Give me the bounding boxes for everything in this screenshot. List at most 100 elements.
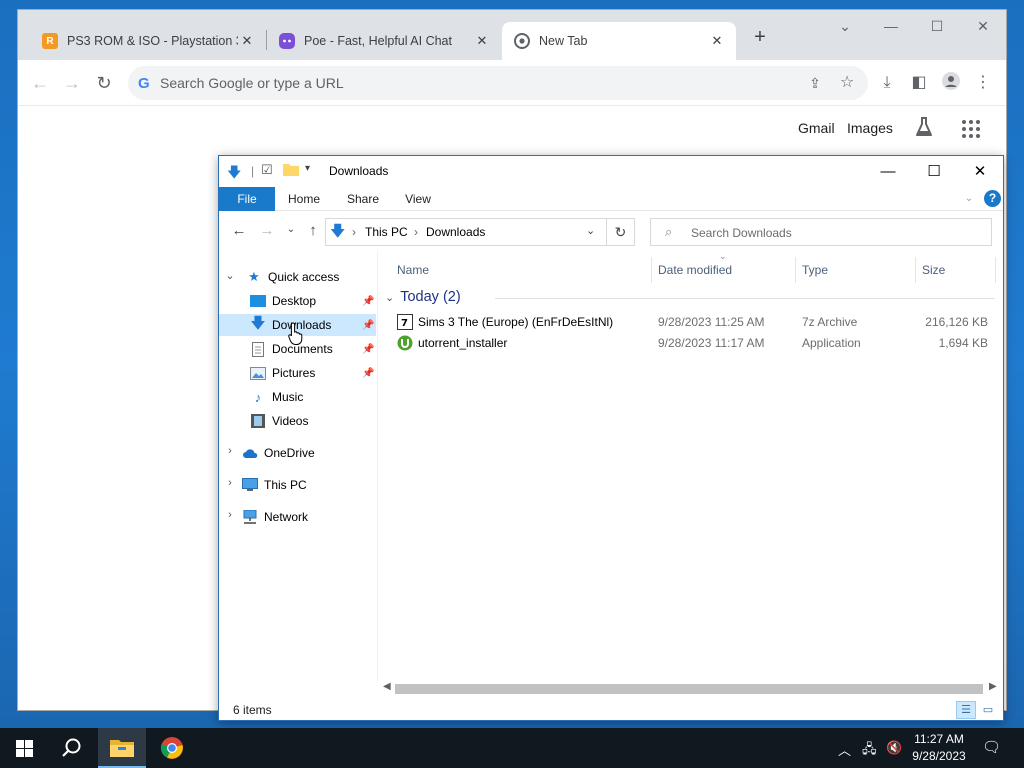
utorrent-icon <box>397 335 413 354</box>
nav-videos[interactable]: Videos <box>249 410 376 432</box>
nav-documents[interactable]: Documents 📌 <box>249 338 376 360</box>
scroll-thumb[interactable] <box>395 684 983 694</box>
item-count: 6 items <box>233 703 272 717</box>
large-icons-view-icon[interactable]: ▭ <box>978 701 998 719</box>
tab-new-tab[interactable]: New Tab ✕ <box>502 22 736 60</box>
minimize-button[interactable]: — <box>876 18 906 34</box>
omnibox[interactable]: G Search Google or type a URL ⇪ ☆ <box>128 66 868 100</box>
new-tab-button[interactable]: + <box>748 26 772 49</box>
horizontal-scrollbar[interactable]: ◀ ▶ <box>379 680 1001 697</box>
scroll-left-arrow-icon[interactable]: ◀ <box>383 681 391 692</box>
expand-chevron-icon[interactable]: › <box>224 477 236 489</box>
forward-button[interactable]: → <box>257 222 277 239</box>
tab-ps3-rom[interactable]: R PS3 ROM & ISO - Playstation 3 G ✕ <box>30 22 266 60</box>
qat-dropdown-icon[interactable]: ▾ <box>305 163 310 174</box>
details-view-icon[interactable]: ☰ <box>956 701 976 719</box>
google-g-icon: G <box>138 75 150 92</box>
omnibox-placeholder: Search Google or type a URL <box>160 75 344 91</box>
help-icon[interactable]: ? <box>984 190 1001 207</box>
bookmark-star-icon[interactable]: ☆ <box>836 72 858 94</box>
ribbon-tab-share[interactable]: Share <box>339 187 387 211</box>
column-header-size[interactable]: Size <box>922 263 945 277</box>
close-tab-icon[interactable]: ✕ <box>473 33 491 49</box>
folder-icon[interactable] <box>283 162 299 179</box>
maximize-button[interactable]: ☐ <box>911 160 957 184</box>
nav-network[interactable]: Network <box>241 506 376 528</box>
breadcrumb-this-pc[interactable]: This PC <box>365 225 408 239</box>
network-status-icon[interactable]: 🖧 <box>862 740 877 762</box>
clock[interactable]: 11:27 AM 9/28/2023 <box>900 731 978 765</box>
downloads-icon[interactable]: ⤓ <box>876 72 898 94</box>
refresh-button[interactable]: ↻ <box>607 218 635 246</box>
pane-splitter[interactable] <box>377 251 378 681</box>
back-button[interactable]: ← <box>29 72 51 94</box>
file-explorer-icon <box>110 740 134 757</box>
group-collapse-chevron-icon[interactable]: ⌄ <box>385 291 394 304</box>
ribbon-tab-file[interactable]: File <box>219 187 275 211</box>
collapse-chevron-icon[interactable]: ⌄ <box>224 269 236 282</box>
column-header-date[interactable]: Date modified <box>658 263 732 277</box>
ribbon-tab-home[interactable]: Home <box>281 187 327 211</box>
file-name: Sims 3 The (Europe) (EnFrDeEsItNl) <box>418 315 614 329</box>
breadcrumb-downloads[interactable]: Downloads <box>426 225 485 239</box>
taskbar-chrome[interactable] <box>148 728 196 768</box>
up-button[interactable]: ↑ <box>303 222 323 239</box>
reload-button[interactable]: ↻ <box>93 72 115 94</box>
search-placeholder: Search Downloads <box>691 226 792 240</box>
nav-quick-access[interactable]: ★ Quick access <box>241 266 376 288</box>
file-row[interactable]: utorrent_installer 9/28/2023 11:17 AM Ap… <box>395 333 995 354</box>
labs-flask-icon[interactable] <box>914 116 934 141</box>
properties-icon[interactable]: ☑ <box>261 162 273 178</box>
profile-avatar-icon[interactable] <box>940 72 962 94</box>
google-apps-icon[interactable] <box>962 120 980 138</box>
ribbon-tab-view[interactable]: View <box>397 187 439 211</box>
search-box[interactable]: ⌕ Search Downloads <box>650 218 992 246</box>
file-row[interactable]: 7 Sims 3 The (Europe) (EnFrDeEsItNl) 9/2… <box>395 312 995 333</box>
gmail-link[interactable]: Gmail <box>798 120 835 136</box>
recent-locations-icon[interactable]: ⌄ <box>281 224 301 235</box>
expand-ribbon-icon[interactable]: ⌄ <box>959 187 979 211</box>
nav-desktop[interactable]: Desktop 📌 <box>249 290 376 312</box>
expand-chevron-icon[interactable]: › <box>224 509 236 521</box>
column-divider[interactable] <box>795 257 796 283</box>
start-button[interactable] <box>0 728 48 768</box>
tab-search-chevron-icon[interactable]: ⌄ <box>830 18 860 35</box>
nav-label: Music <box>272 390 304 404</box>
chrome-menu-icon[interactable]: ⋮ <box>972 72 994 94</box>
side-panel-icon[interactable]: ◧ <box>908 72 930 94</box>
column-header-name[interactable]: Name <box>397 263 429 277</box>
nav-onedrive[interactable]: OneDrive <box>241 442 376 464</box>
notifications-icon[interactable]: 🗨 <box>982 738 1001 756</box>
tab-poe[interactable]: Poe - Fast, Helpful AI Chat ✕ <box>267 22 501 60</box>
column-divider[interactable] <box>995 257 996 283</box>
chrome-favicon-icon <box>514 33 530 49</box>
close-tab-icon[interactable]: ✕ <box>708 33 726 49</box>
back-button[interactable]: ← <box>229 222 249 239</box>
close-tab-icon[interactable]: ✕ <box>238 33 256 49</box>
address-bar[interactable]: 🡇 › This PC › Downloads ⌄ <box>325 218 607 246</box>
search-button[interactable] <box>48 728 96 768</box>
address-dropdown-icon[interactable]: ⌄ <box>586 224 595 237</box>
images-link[interactable]: Images <box>847 120 893 136</box>
taskbar: ︿ 🖧 🔇 11:27 AM 9/28/2023 🗨 <box>0 728 1024 768</box>
forward-button[interactable]: → <box>61 72 83 94</box>
show-hidden-icons-icon[interactable]: ︿ <box>838 740 851 759</box>
pictures-icon <box>249 365 267 381</box>
column-divider[interactable] <box>651 257 652 283</box>
taskbar-file-explorer[interactable] <box>98 728 146 768</box>
column-header-type[interactable]: Type <box>802 263 828 277</box>
nav-music[interactable]: ♪ Music <box>249 386 376 408</box>
minimize-button[interactable]: — <box>865 160 911 184</box>
share-icon[interactable]: ⇪ <box>804 72 826 94</box>
file-type: Application <box>802 336 861 350</box>
address-row: ← → ⌄ ↑ 🡇 › This PC › Downloads ⌄ ↻ ⌕ Se… <box>219 211 1003 251</box>
column-divider[interactable] <box>915 257 916 283</box>
maximize-button[interactable]: ☐ <box>922 18 952 35</box>
nav-this-pc[interactable]: This PC <box>241 474 376 496</box>
nav-pictures[interactable]: Pictures 📌 <box>249 362 376 384</box>
close-button[interactable]: ✕ <box>957 160 1003 184</box>
close-window-button[interactable]: ✕ <box>968 18 998 35</box>
scroll-right-arrow-icon[interactable]: ▶ <box>989 681 997 692</box>
group-header-today[interactable]: ⌄ Today (2) <box>385 289 461 305</box>
expand-chevron-icon[interactable]: › <box>224 445 236 457</box>
